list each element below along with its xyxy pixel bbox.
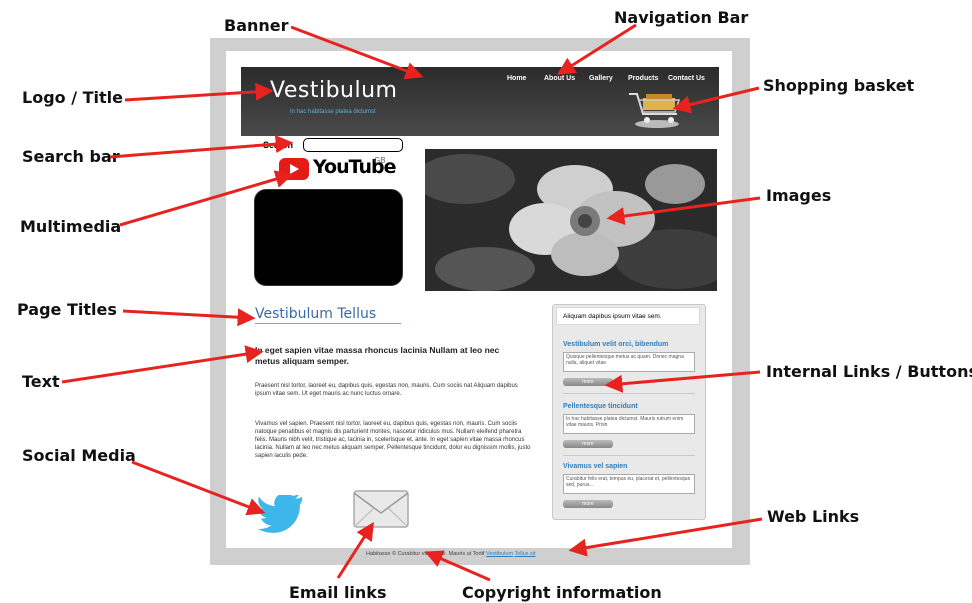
arrow-social-media bbox=[131, 460, 266, 516]
arrow-logo-title bbox=[124, 82, 274, 102]
arrow-multimedia bbox=[119, 170, 294, 227]
callout-arrows bbox=[61, 23, 763, 582]
arrow-navigation-bar bbox=[556, 23, 637, 75]
arrow-search-bar bbox=[109, 135, 294, 159]
arrow-text bbox=[61, 345, 264, 384]
arrow-email-links bbox=[336, 521, 374, 579]
arrow-internal-links bbox=[604, 370, 761, 393]
arrow-images bbox=[606, 196, 761, 226]
arrow-page-titles bbox=[122, 308, 256, 327]
arrow-web-links bbox=[568, 517, 763, 557]
arrow-banner bbox=[290, 25, 424, 80]
arrow-copyright bbox=[424, 550, 491, 582]
arrow-shopping-basket bbox=[672, 86, 760, 114]
